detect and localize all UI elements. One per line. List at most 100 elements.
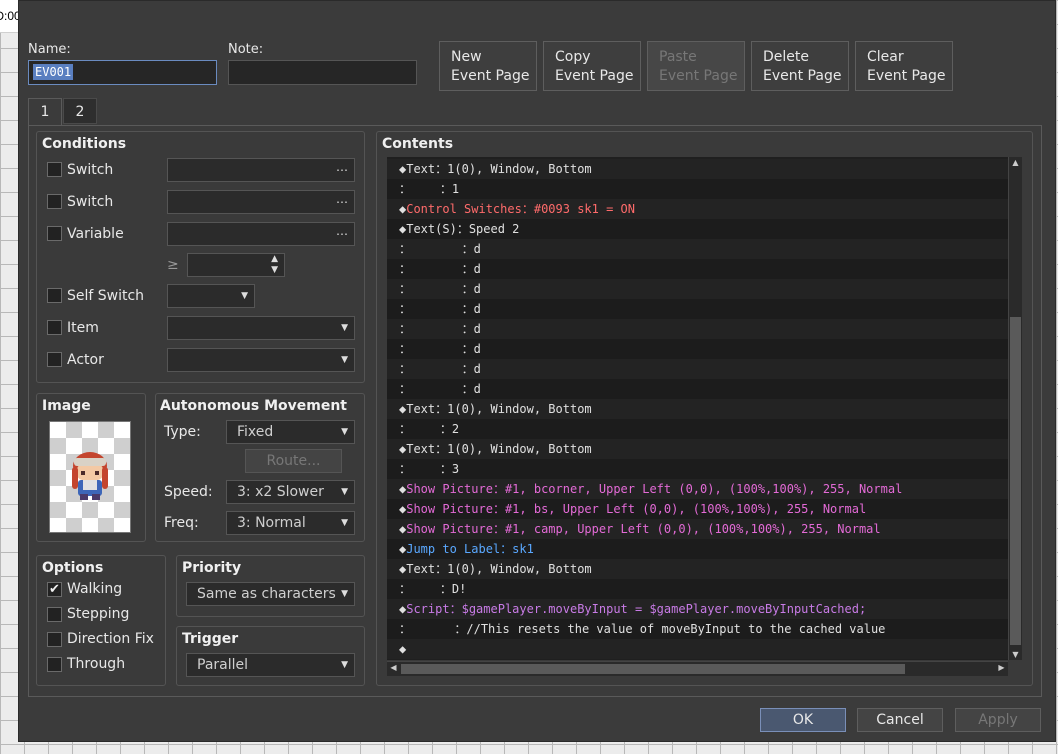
command-row[interactable]: ◆Text：1(0), Window, Bottom (387, 439, 1008, 459)
chevron-down-icon: ▼ (341, 427, 348, 437)
command-row[interactable]: ◆Text：1(0), Window, Bottom (387, 559, 1008, 579)
command-row[interactable]: ： ：1 (387, 179, 1008, 199)
tab-page-1[interactable]: 1 (28, 98, 62, 126)
command-args: #1, bs, Upper Left (0,0), (100%,100%), 2… (504, 502, 867, 516)
switch2-select[interactable]: … (167, 190, 355, 214)
variable-checkbox[interactable] (47, 226, 62, 241)
switch1-select[interactable]: … (167, 158, 355, 182)
walking-checkbox[interactable]: ✔ (47, 582, 62, 597)
scroll-right-icon[interactable]: ▶ (995, 663, 1008, 672)
command-row[interactable]: ： ：d (387, 319, 1008, 339)
self-switch-select[interactable]: ▼ (167, 284, 255, 308)
command-row[interactable]: ： ：d (387, 239, 1008, 259)
through-checkbox[interactable] (47, 657, 62, 672)
stepping-checkbox[interactable] (47, 607, 62, 622)
command-row[interactable]: ◆Text：1(0), Window, Bottom (387, 399, 1008, 419)
route-button[interactable]: Route... (245, 449, 342, 473)
command-row[interactable]: ： ：2 (387, 419, 1008, 439)
scroll-down-icon[interactable]: ▼ (1009, 650, 1022, 659)
self-switch-label: Self Switch (67, 288, 145, 304)
command-row[interactable]: ◆Show Picture：#1, bcorner, Upper Left (0… (387, 479, 1008, 499)
trigger-select[interactable]: Parallel ▼ (186, 653, 355, 677)
command-separator: ： (449, 602, 462, 616)
walking-label: Walking (67, 581, 123, 597)
command-row[interactable]: ： ：d (387, 379, 1008, 399)
command-row[interactable]: ◆Script：$gamePlayer.moveByInput = $gameP… (387, 599, 1008, 619)
actor-checkbox[interactable] (47, 352, 62, 367)
movement-type-select[interactable]: Fixed ▼ (226, 420, 355, 444)
new-event-page-label-2: Event Page (451, 68, 530, 84)
command-row[interactable]: ： ：D! (387, 579, 1008, 599)
tab-page-2[interactable]: 2 (63, 98, 97, 124)
speed-select[interactable]: 3: x2 Slower ▼ (226, 480, 355, 504)
command-row[interactable]: ： ：d (387, 339, 1008, 359)
actor-select[interactable]: ▼ (167, 348, 355, 372)
priority-select[interactable]: Same as characters ▼ (186, 582, 355, 606)
command-row[interactable]: ： ：//This resets the value of moveByInpu… (387, 619, 1008, 639)
switch1-checkbox[interactable] (47, 162, 62, 177)
command-row[interactable]: ： ：d (387, 299, 1008, 319)
horizontal-scroll-thumb[interactable] (401, 664, 905, 674)
direction-fix-checkbox[interactable] (47, 632, 62, 647)
command-row[interactable]: ◆Control Switches：#0093 sk1 = ON (387, 199, 1008, 219)
command-row[interactable]: ◆ (387, 639, 1008, 659)
new-event-page-button[interactable]: New Event Page (439, 41, 537, 91)
scroll-left-icon[interactable]: ◀ (387, 663, 400, 672)
cancel-button[interactable]: Cancel (857, 708, 943, 732)
copy-event-page-button[interactable]: Copy Event Page (543, 41, 641, 91)
delete-event-page-button[interactable]: Delete Event Page (751, 41, 849, 91)
speed-label: Speed: (164, 484, 213, 500)
event-command-list[interactable]: ◆Text：1(0), Window, Bottom： ：1 ◆Control S… (387, 157, 1008, 660)
command-separator: ： (411, 582, 452, 596)
self-switch-checkbox[interactable] (47, 288, 62, 303)
chevron-down-icon: ▼ (341, 487, 348, 497)
command-row[interactable]: ◆Text(S)：Speed 2 (387, 219, 1008, 239)
variable-value-spinner[interactable]: ▲ ▼ (187, 253, 285, 277)
ok-button[interactable]: OK (760, 708, 846, 732)
command-row[interactable]: ◆Text：1(0), Window, Bottom (387, 159, 1008, 179)
command-separator: ： (411, 182, 452, 196)
apply-button[interactable]: Apply (955, 708, 1041, 732)
command-row[interactable]: ： ：d (387, 279, 1008, 299)
command-separator: ： (411, 622, 467, 636)
scroll-up-icon[interactable]: ▲ (1009, 158, 1022, 167)
name-input[interactable]: EV001 (28, 60, 217, 85)
command-args: d (473, 242, 481, 256)
event-image-preview[interactable] (49, 421, 131, 533)
item-select[interactable]: ▼ (167, 316, 355, 340)
switch2-checkbox[interactable] (47, 194, 62, 209)
variable-label: Variable (67, 226, 124, 242)
variable-select[interactable]: … (167, 222, 355, 246)
command-row[interactable]: ◆Show Picture：#1, bs, Upper Left (0,0), … (387, 499, 1008, 519)
item-checkbox[interactable] (47, 320, 62, 335)
item-label: Item (67, 320, 99, 336)
freq-label: Freq: (164, 515, 199, 531)
command-row[interactable]: ◆Show Picture：#1, camp, Upper Left (0,0)… (387, 519, 1008, 539)
command-row[interactable]: ： ：d (387, 259, 1008, 279)
command-args: $gamePlayer.moveByInput = $gamePlayer.mo… (461, 602, 867, 616)
clear-event-page-button[interactable]: Clear Event Page (855, 41, 953, 91)
spinner-arrows-icon[interactable]: ▲ ▼ (271, 254, 278, 276)
command-args: #0093 sk1 = ON (533, 202, 635, 216)
command-row[interactable]: ： ：3 (387, 459, 1008, 479)
note-input[interactable] (228, 60, 417, 85)
command-args: Speed 2 (468, 222, 520, 236)
command-name: Text (406, 162, 436, 176)
command-args: d (473, 382, 481, 396)
horizontal-scrollbar[interactable]: ◀ ▶ (387, 661, 1008, 676)
command-args: sk1 (512, 542, 534, 556)
vertical-scrollbar[interactable]: ▲ ▼ (1008, 157, 1022, 660)
freq-select[interactable]: 3: Normal ▼ (226, 511, 355, 535)
paste-event-page-label-1: Paste (659, 49, 697, 65)
command-row[interactable]: ◆Jump to Label：sk1 (387, 539, 1008, 559)
command-prefix: ◆ (399, 642, 407, 656)
command-prefix: ： (399, 362, 412, 376)
command-separator: ： (411, 342, 474, 356)
command-args: //This resets the value of moveByInput t… (466, 622, 886, 636)
command-prefix: ： (399, 622, 412, 636)
paste-event-page-label-2: Event Page (659, 68, 738, 84)
command-row[interactable]: ： ：d (387, 359, 1008, 379)
vertical-scroll-thumb[interactable] (1010, 317, 1021, 645)
paste-event-page-button[interactable]: Paste Event Page (647, 41, 745, 91)
command-prefix: ： (399, 422, 412, 436)
